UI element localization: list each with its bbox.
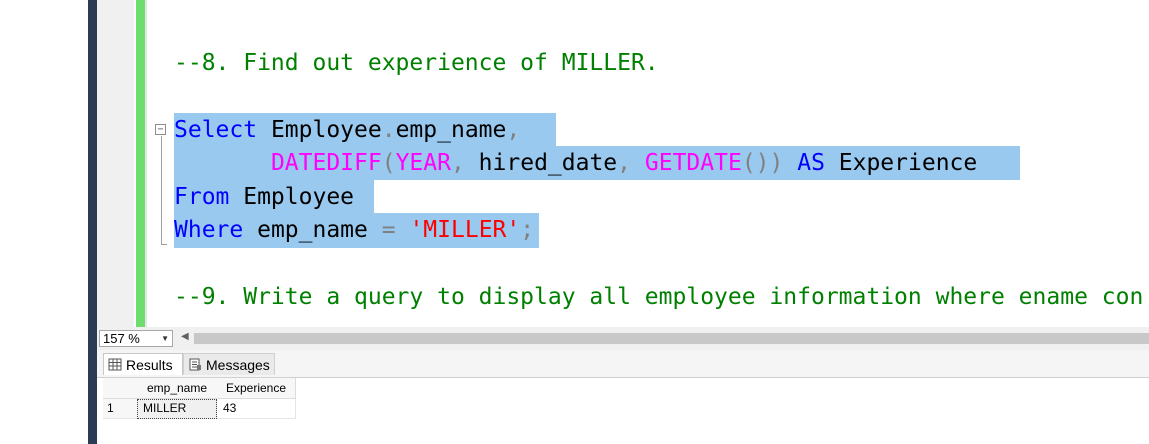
results-tab-strip: Results Messages — [97, 350, 1149, 378]
outline-end — [161, 244, 167, 245]
left-panel-strip — [0, 0, 88, 444]
code-token: Where — [174, 217, 244, 243]
zoom-dropdown[interactable]: 157 % ▼ — [99, 330, 173, 347]
code-token: --8. Find out experience of MILLER. — [174, 50, 659, 76]
collapse-icon[interactable]: − — [155, 124, 166, 135]
code-token: YEAR — [395, 150, 451, 176]
code-token: From — [174, 184, 230, 210]
column-header-experience[interactable]: Experience — [217, 378, 296, 399]
code-line-comment-8[interactable]: --8. Find out experience of MILLER. — [174, 48, 659, 78]
code-token: hired_date — [464, 150, 618, 176]
code-line-from[interactable]: From Employee — [174, 182, 354, 212]
code-token: emp_name — [243, 217, 382, 243]
chevron-down-icon: ▼ — [161, 334, 169, 343]
code-token: emp_name — [395, 117, 507, 143]
code-token: --9. Write a query to display all employ… — [174, 284, 1144, 310]
code-line-datediff[interactable]: DATEDIFF(YEAR, hired_date, GETDATE()) AS… — [174, 148, 977, 178]
zoom-value: 157 % — [103, 331, 140, 346]
code-token: Select — [174, 117, 258, 143]
code-token: Employee — [257, 117, 382, 143]
code-line-comment-9[interactable]: --9. Write a query to display all employ… — [174, 282, 1143, 312]
code-token: ( — [381, 150, 396, 176]
code-line-where[interactable]: Where emp_name = 'MILLER'; — [174, 215, 534, 245]
code-token: DATEDIFF — [270, 150, 382, 176]
code-token: , — [450, 150, 465, 176]
code-token: , — [506, 117, 521, 143]
code-token: = — [381, 217, 396, 243]
code-token: ; — [520, 217, 535, 243]
tab-messages[interactable]: Messages — [183, 353, 275, 375]
code-line-select[interactable]: Select Employee.emp_name, — [174, 115, 520, 145]
editor-status-bar: 157 % ▼ ◀ — [97, 327, 1149, 351]
cell-experience[interactable]: 43 — [217, 399, 296, 419]
messages-icon — [189, 358, 201, 371]
tab-messages-label: Messages — [206, 357, 270, 373]
code-token: ()) — [741, 150, 784, 176]
row-number[interactable]: 1 — [103, 399, 138, 419]
code-token: Employee — [229, 184, 355, 210]
tab-results[interactable]: Results — [103, 353, 183, 375]
gutter-separator — [145, 0, 147, 327]
window-border — [88, 0, 97, 444]
editor-gutter — [97, 0, 134, 327]
cell-emp-name[interactable]: MILLER — [137, 399, 217, 419]
grid-corner — [103, 378, 138, 399]
outline-line — [161, 136, 162, 244]
grid-icon — [108, 358, 122, 371]
horizontal-scrollbar[interactable] — [194, 333, 1149, 344]
code-token: AS — [797, 150, 825, 176]
column-header-emp-name[interactable]: emp_name — [137, 378, 218, 399]
code-token: GETDATE — [644, 150, 742, 176]
query-editor[interactable]: − --8. Find out experience of MILLER. Se… — [97, 0, 1149, 327]
change-tracking-bar — [136, 0, 145, 327]
code-token: , — [617, 150, 632, 176]
code-token: 'MILLER' — [409, 217, 521, 243]
code-token: . — [381, 117, 396, 143]
scroll-left-icon[interactable]: ◀ — [181, 331, 189, 342]
code-token: Experience — [824, 150, 978, 176]
results-pane: Results Messages emp_name Experience 1 M… — [97, 350, 1149, 444]
tab-results-label: Results — [126, 357, 173, 373]
